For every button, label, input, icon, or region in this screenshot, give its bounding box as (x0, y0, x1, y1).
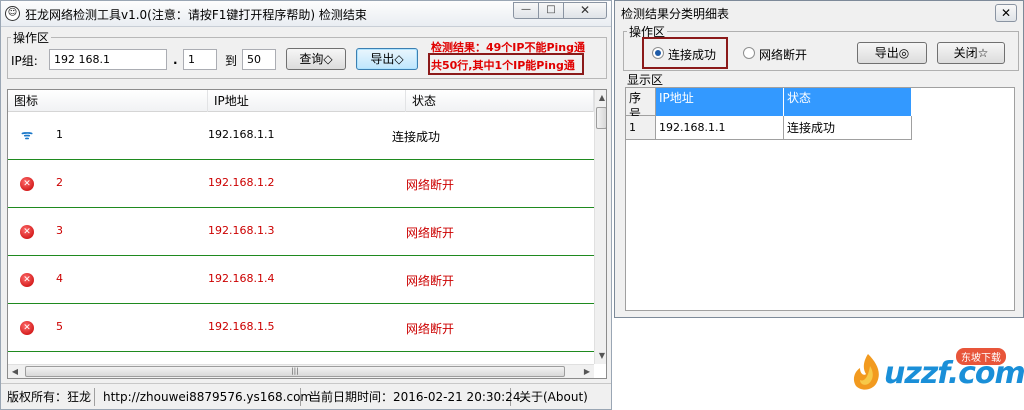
error-x-icon: ✕ (20, 225, 34, 239)
row-status: 连接成功 (392, 130, 441, 144)
range-start-input[interactable]: 1 (183, 49, 217, 70)
table-row[interactable]: ✕ 4 192.168.1.4 网络断开 (8, 256, 594, 304)
row-ip: 192.168.1.2 (208, 176, 275, 189)
close-button[interactable]: ✕ (563, 2, 607, 19)
status-datetime: 当前日期时间：2016-02-21 20:30:24 (305, 388, 520, 406)
scroll-down-arrow-icon[interactable]: ▼ (595, 348, 606, 364)
radio-success-label[interactable]: 连接成功 (668, 46, 716, 63)
detail-close-icon[interactable]: ✕ (995, 4, 1017, 22)
status-url-link[interactable]: http://zhouwei8879576.ys168.com (99, 388, 312, 406)
column-header-ip[interactable]: IP地址 (208, 90, 406, 112)
grid-row-ip[interactable]: 192.168.1.1 (656, 116, 784, 140)
display-area-legend: 显示区 (627, 73, 664, 87)
row-ip: 192.168.1.5 (208, 320, 275, 333)
query-button[interactable]: 查询◇ (286, 48, 346, 70)
operation-group-legend: 操作区 (11, 29, 52, 46)
column-header-status[interactable]: 状态 (406, 90, 594, 112)
row-status: 网络断开 (406, 322, 455, 336)
scroll-right-arrow-icon[interactable]: ▶ (580, 364, 594, 378)
error-x-icon: ✕ (20, 273, 34, 287)
export-button[interactable]: 导出◇ (356, 48, 418, 70)
detail-grid[interactable]: 序号 IP地址 状态 1 192.168.1.1 连接成功 (625, 87, 1015, 311)
about-link[interactable]: 关于(About) (515, 388, 607, 406)
watermark-text: uzzf.com (884, 356, 1024, 391)
detail-export-button[interactable]: 导出◎ (857, 42, 927, 64)
row-ip: 192.168.1.4 (208, 272, 275, 285)
column-header-icon[interactable]: 图标 (8, 90, 208, 112)
detail-close-button[interactable]: 关闭☆ (937, 42, 1005, 64)
row-ip: 192.168.1.1 (208, 128, 275, 141)
grid-header-ip[interactable]: IP地址 (656, 88, 784, 116)
wifi-signal-icon: ᯤ (21, 128, 33, 143)
app-skull-icon: ☺ (5, 6, 20, 21)
status-bar: 版权所有：狂龙 http://zhouwei8879576.ys168.com … (1, 383, 611, 409)
error-x-icon: ✕ (20, 321, 34, 335)
vertical-scrollbar[interactable]: ▲ ▼ (594, 90, 606, 364)
ip-group-label: IP组: (11, 54, 38, 68)
range-end-input[interactable]: 50 (242, 49, 276, 70)
row-index: 5 (56, 320, 63, 333)
list-header: 图标 IP地址 状态 (8, 90, 594, 112)
ip-dot-separator: . (173, 53, 178, 67)
error-x-icon: ✕ (20, 177, 34, 191)
grid-row-status[interactable]: 连接成功 (784, 116, 912, 140)
ip-prefix-input[interactable]: 192 168.1 (49, 49, 167, 70)
row-status: 网络断开 (406, 274, 455, 288)
row-status: 网络断开 (406, 226, 455, 240)
status-copyright: 版权所有：狂龙 (3, 388, 95, 406)
main-window-title: 狂龙网络检测工具v1.0(注意：请按F1键打开程序帮助) 检测结束 (25, 8, 367, 22)
table-row[interactable]: ✕ 5 192.168.1.5 网络断开 (8, 304, 594, 352)
vertical-scroll-thumb[interactable] (596, 107, 606, 129)
grid-row-index[interactable]: 1 (626, 116, 656, 140)
detail-window: 检测结果分类明细表 ✕ 操作区 连接成功 网络断开 导出◎ 关闭☆ 显示区 序号… (614, 0, 1024, 318)
radio-success[interactable] (652, 47, 664, 59)
flame-logo-icon (853, 354, 879, 390)
row-index: 1 (56, 128, 63, 141)
radio-disconnected-label[interactable]: 网络断开 (759, 46, 807, 63)
table-row[interactable]: ✕ 2 192.168.1.2 网络断开 (8, 160, 594, 208)
row-status: 网络断开 (406, 178, 455, 192)
row-ip: 192.168.1.3 (208, 224, 275, 237)
to-label: 到 (225, 54, 238, 68)
table-row[interactable]: ✕ 3 192.168.1.3 网络断开 (8, 208, 594, 256)
maximize-button[interactable]: □ (538, 2, 564, 19)
scroll-left-arrow-icon[interactable]: ◀ (8, 364, 22, 378)
result-summary-line2: 共50行,其中1个IP能Ping通 (431, 59, 575, 72)
scroll-up-arrow-icon[interactable]: ▲ (595, 90, 606, 106)
horizontal-scrollbar[interactable]: ◀ ||| ▶ (8, 364, 594, 378)
grid-header-index[interactable]: 序号 (626, 88, 656, 121)
detail-window-title: 检测结果分类明细表 (621, 7, 730, 21)
horizontal-scroll-thumb[interactable]: ||| (25, 366, 565, 377)
main-window: ☺ 狂龙网络检测工具v1.0(注意：请按F1键打开程序帮助) 检测结束 — □ … (0, 0, 612, 410)
row-index: 4 (56, 272, 63, 285)
radio-disconnected[interactable] (743, 47, 755, 59)
row-index: 3 (56, 224, 63, 237)
row-index: 2 (56, 176, 63, 189)
table-row[interactable]: ᯤ 1 192.168.1.1 连接成功 (8, 112, 594, 160)
ip-result-list[interactable]: 图标 IP地址 状态 ᯤ 1 192.168.1.1 连接成功 ✕ 2 192.… (7, 89, 607, 379)
minimize-button[interactable]: — (513, 2, 539, 19)
uzzf-watermark-logo: 东坡下载 uzzf.com (850, 348, 1024, 398)
grid-header-status[interactable]: 状态 (784, 88, 912, 116)
main-titlebar[interactable]: ☺ 狂龙网络检测工具v1.0(注意：请按F1键打开程序帮助) 检测结束 — □ … (1, 1, 611, 27)
